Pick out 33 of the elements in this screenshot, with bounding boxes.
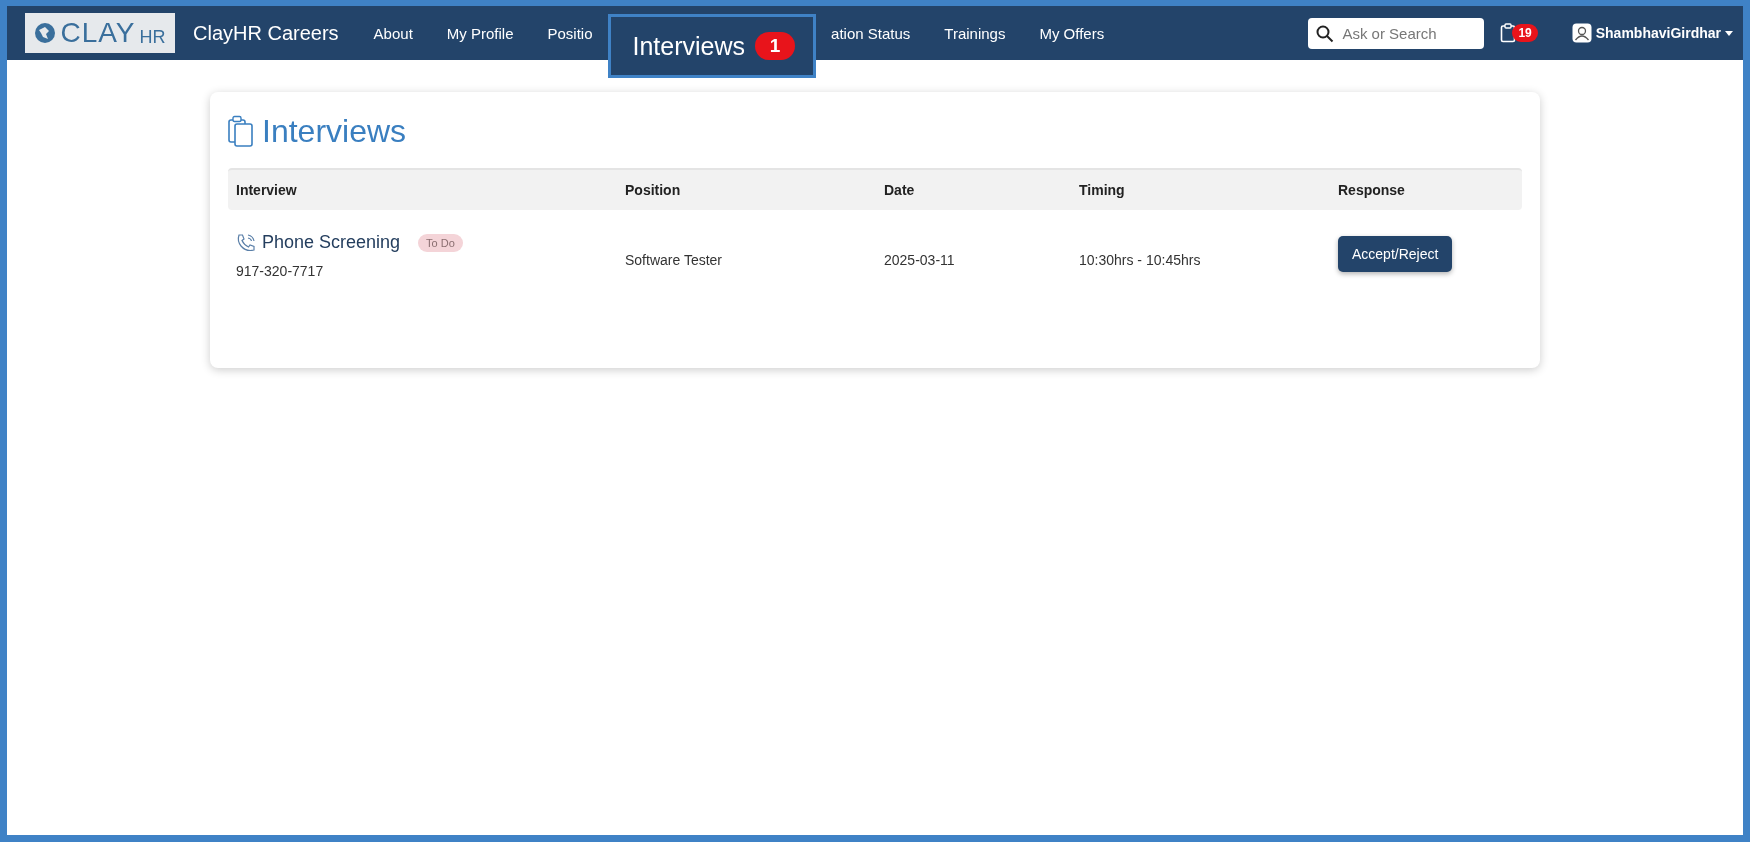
- logo-text: CLAY: [60, 17, 136, 49]
- nav-link[interactable]: About: [356, 24, 430, 42]
- table-cell-text: 10:30hrs - 10:45hrs: [1079, 251, 1202, 268]
- column-header: Response: [1338, 182, 1406, 198]
- user-avatar-icon: [1571, 23, 1592, 43]
- interview-title[interactable]: Phone Screening: [262, 232, 401, 253]
- clipboard-icon[interactable]: [1500, 23, 1517, 43]
- status-tag: To Do: [418, 233, 463, 252]
- phone-icon: [236, 232, 256, 253]
- nav-link[interactable]: Positio: [530, 24, 610, 42]
- logo-subtext: HR: [139, 26, 166, 48]
- page-title: Interviews: [262, 112, 407, 150]
- logo[interactable]: CLAY HR: [25, 13, 175, 53]
- column-header: Date: [884, 182, 916, 198]
- nav-link[interactable]: ation Status: [814, 24, 928, 42]
- table-cell-text: 2025-03-11: [884, 251, 956, 268]
- user-menu[interactable]: ShambhaviGirdhar: [1571, 23, 1733, 43]
- clipboard-icon: [228, 115, 254, 147]
- nav-link[interactable]: Trainings: [927, 24, 1023, 42]
- phone-number: 917-320-7717: [236, 263, 324, 279]
- nav-callout[interactable]: Interviews 1: [607, 14, 817, 78]
- column-header: Timing: [1079, 182, 1126, 198]
- count-badge: 1: [755, 32, 796, 60]
- column-header: Interview: [236, 182, 298, 198]
- brand-title[interactable]: ClayHR Careers: [193, 21, 339, 45]
- search-field[interactable]: Ask or Search: [1308, 17, 1485, 49]
- caret-icon: [1725, 30, 1733, 36]
- nav-link[interactable]: My Offers: [1022, 24, 1122, 42]
- nav-link[interactable]: My Profile: [429, 24, 531, 42]
- table-cell-text: Software Tester: [625, 251, 723, 268]
- accept-reject-button[interactable]: Accept/Reject: [1338, 236, 1453, 272]
- count-badge: 19: [1512, 24, 1538, 42]
- column-header: Position: [625, 182, 682, 198]
